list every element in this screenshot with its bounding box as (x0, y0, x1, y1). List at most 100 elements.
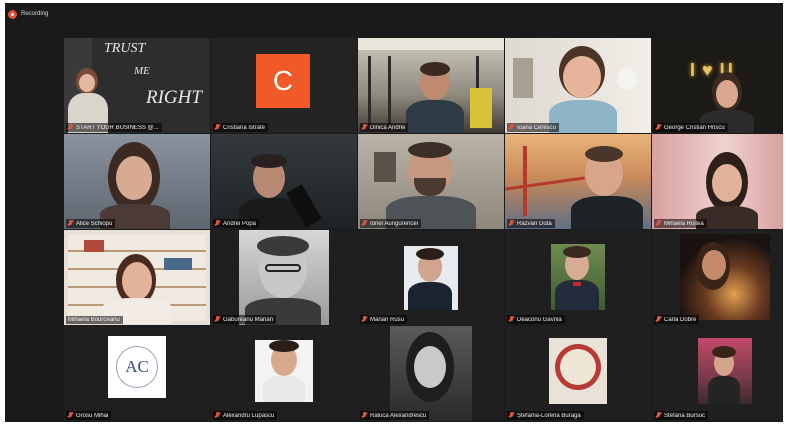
video-tile-ioana-cerescu[interactable]: Ioana Cerescu (505, 38, 651, 133)
muted-mic-icon (68, 220, 73, 227)
video-tile-start-your-business[interactable]: TRUST ME RIGHT START YOUR BUSINESS @... (64, 38, 210, 133)
muted-mic-icon (215, 124, 220, 131)
video-tile-stefana-bursuc[interactable]: Stefana Bursuc (652, 326, 783, 421)
video-feed: TRUST ME RIGHT (64, 38, 210, 133)
participant-name-bar: George Cristian Hriscu (654, 123, 728, 132)
video-tile-andrei-popa[interactable]: Andrei Popa (211, 134, 357, 229)
recording-indicator[interactable]: Recording (5, 3, 783, 25)
participant-name-bar: Raluca Alexandrescu (360, 411, 430, 420)
participant-name: Mihaela Bourceanu (68, 317, 120, 323)
video-feed (64, 230, 210, 325)
video-feed (211, 230, 357, 325)
wall-text-2: ME (134, 65, 150, 77)
participant-name: START YOUR BUSINESS @... (76, 124, 159, 131)
muted-mic-icon (362, 412, 367, 419)
video-tile-carla-dobre[interactable]: Carla Dobre (652, 230, 783, 325)
video-feed (211, 134, 357, 229)
muted-mic-icon (509, 124, 514, 131)
participant-name: Ionel Aungurencei (370, 220, 419, 227)
video-feed (505, 38, 651, 133)
meeting-window: Recording TRUST ME RIGHT START YOUR BUSI… (5, 3, 783, 422)
participant-name: Alexandru Lupașcu (223, 412, 275, 419)
recording-icon (8, 9, 17, 19)
participant-name-bar: Mihaela Ristea (654, 219, 707, 228)
video-feed (505, 134, 651, 229)
participant-name: Raluca Alexandrescu (370, 412, 427, 419)
participant-name: Mihaela Ristea (664, 220, 704, 227)
video-feed (505, 230, 651, 325)
ac-logo-text: AC (116, 346, 158, 388)
participant-name-bar: Alexandru Lupașcu (213, 411, 278, 420)
video-tile-razvan-duta[interactable]: Razvan Duta (505, 134, 651, 229)
video-feed (505, 326, 651, 421)
video-feed: AC (64, 326, 210, 421)
participant-name: Dinica Andrei (370, 124, 406, 131)
video-tile-grosu-mihai[interactable]: AC Grosu Mihai (64, 326, 210, 421)
participant-name-bar: Cristiana Istrate (213, 123, 269, 132)
video-tile-raluca-alexandrescu[interactable]: Raluca Alexandrescu (358, 326, 504, 421)
video-feed (358, 326, 504, 421)
video-tile-cristiana-istrate[interactable]: C Cristiana Istrate (211, 38, 357, 133)
participant-name-bar: Stefana Bursuc (654, 411, 709, 420)
video-feed (652, 230, 783, 325)
video-feed (358, 38, 504, 133)
video-tile-george-cristian-hriscu[interactable]: I ♥ U George Cristian Hriscu (652, 38, 783, 133)
muted-mic-icon (215, 412, 220, 419)
video-feed (211, 326, 357, 421)
participant-name-bar: Ștefania-Lorena Buraga (507, 411, 584, 420)
participant-name: Gabureanu Marian (223, 316, 274, 323)
wall-text-1: TRUST (104, 41, 146, 56)
muted-mic-icon (656, 412, 661, 419)
video-feed: I ♥ U (652, 38, 783, 133)
participant-name: Ioana Cerescu (517, 124, 557, 131)
video-tile-deaconu-gavrila[interactable]: Deaconu Gavrila (505, 230, 651, 325)
participant-name-bar: Andrei Popa (213, 219, 260, 228)
muted-mic-icon (68, 124, 73, 131)
participant-name: Alice Schiopu (76, 220, 113, 227)
video-tile-alice-schiopu[interactable]: Alice Schiopu (64, 134, 210, 229)
participant-name-bar: Marian Rusu (360, 315, 408, 324)
participant-name-bar: Mihaela Bourceanu (66, 316, 123, 324)
participant-name: Andrei Popa (223, 220, 257, 227)
video-feed: C (211, 38, 357, 133)
participant-name-bar: Ioana Cerescu (507, 123, 560, 132)
participant-name-bar: Ionel Aungurencei (360, 219, 422, 228)
avatar: C (256, 54, 310, 108)
participant-name-bar: Carla Dobre (654, 315, 700, 324)
participant-name: Deaconu Gavrila (517, 316, 562, 323)
participant-name: George Cristian Hriscu (664, 124, 725, 131)
video-grid: TRUST ME RIGHT START YOUR BUSINESS @... … (64, 38, 783, 421)
participant-name-bar: Deaconu Gavrila (507, 315, 565, 324)
video-tile-gabureanu-marian[interactable]: Gabureanu Marian (211, 230, 357, 325)
muted-mic-icon (509, 316, 514, 323)
video-feed (652, 134, 783, 229)
recording-label: Recording (21, 11, 49, 17)
participant-name: Ștefania-Lorena Buraga (517, 412, 581, 419)
video-tile-mihaela-ristea[interactable]: Mihaela Ristea (652, 134, 783, 229)
video-tile-ionel-aungurencei[interactable]: Ionel Aungurencei (358, 134, 504, 229)
video-feed (358, 134, 504, 229)
video-tile-mihaela-bourceanu[interactable]: Mihaela Bourceanu (64, 230, 210, 325)
muted-mic-icon (656, 220, 661, 227)
video-tile-dinica-andrei[interactable]: Dinica Andrei (358, 38, 504, 133)
muted-mic-icon (362, 220, 367, 227)
participant-name-bar: Dinica Andrei (360, 123, 409, 132)
video-feed (652, 326, 783, 421)
muted-mic-icon (362, 316, 367, 323)
participant-name: Stefana Bursuc (664, 412, 706, 419)
participant-name: Marian Rusu (370, 316, 405, 323)
participant-name: Carla Dobre (664, 316, 697, 323)
muted-mic-icon (215, 220, 220, 227)
participant-name: Razvan Duta (517, 220, 552, 227)
video-tile-marian-rusu[interactable]: Marian Rusu (358, 230, 504, 325)
muted-mic-icon (362, 124, 367, 131)
muted-mic-icon (509, 220, 514, 227)
video-tile-alexandru-lupascu[interactable]: Alexandru Lupașcu (211, 326, 357, 421)
muted-mic-icon (68, 412, 73, 419)
muted-mic-icon (509, 412, 514, 419)
participant-name-bar: Grosu Mihai (66, 411, 112, 420)
wall-text-3: RIGHT (146, 87, 202, 108)
participant-name-bar: Gabureanu Marian (213, 315, 277, 324)
video-feed (358, 230, 504, 325)
video-tile-stefania-lorena-buraga[interactable]: Ștefania-Lorena Buraga (505, 326, 651, 421)
